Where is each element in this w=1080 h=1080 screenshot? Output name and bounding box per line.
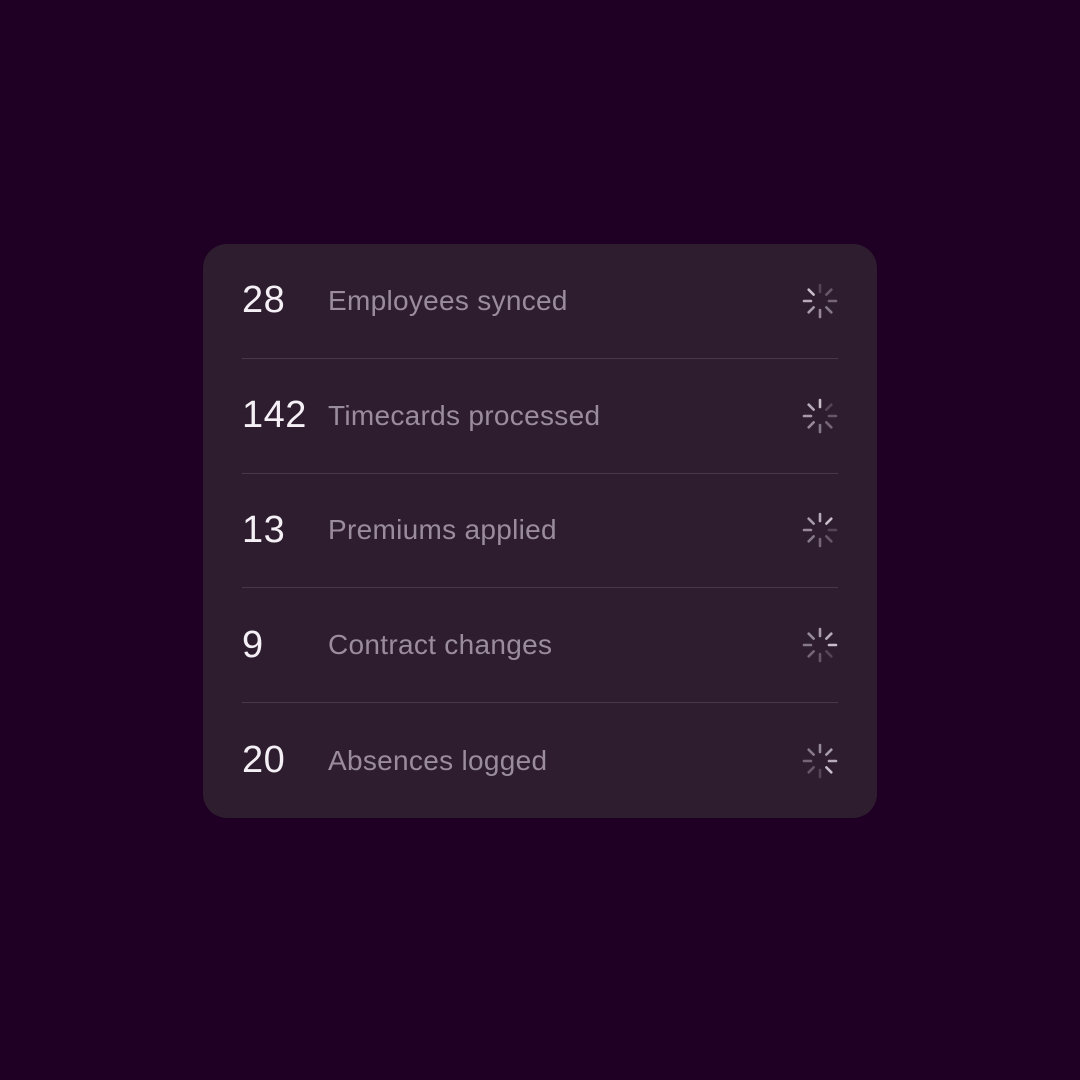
spinner-spoke [825,765,833,774]
item-label: Absences logged [328,744,548,776]
spinner-spoke [807,305,815,314]
loading-spinner-icon [802,513,838,548]
loading-spinner-icon [802,743,838,778]
sync-summary-card: 28 Employees synced 142 Timecards proces… [203,244,877,818]
item-label: Employees synced [328,284,568,316]
spinner-spoke [807,765,815,774]
spinner-spoke [825,535,833,544]
spinner-spoke [807,535,815,544]
spinner-spoke [807,632,815,641]
spinner-spoke [825,650,833,658]
loading-spinner-icon [802,283,838,319]
spinner-spoke [825,420,833,429]
spinner-spoke [825,632,833,641]
spinner-spoke [807,288,815,296]
spinner-spoke [807,747,815,756]
list-item: 13 Premiums applied [242,474,838,589]
spinner-spoke [825,403,833,411]
list-item: 142 Timecards processed [242,359,838,474]
item-label: Contract changes [328,629,553,661]
list-item: 20 Absences logged [242,703,838,818]
list-item: 9 Contract changes [242,588,838,704]
spinner-spoke [825,517,833,526]
item-count: 28 [242,279,286,322]
item-label: Premiums applied [328,514,557,546]
item-count: 13 [242,508,286,551]
item-count: 9 [242,623,264,666]
spinner-spoke [825,305,833,314]
loading-spinner-icon [802,627,838,663]
item-count: 20 [242,739,286,782]
spinner-spoke [825,747,833,756]
spinner-spoke [825,288,833,296]
loading-spinner-icon [802,398,838,433]
list-item: 28 Employees synced [242,244,838,359]
spinner-spoke [807,403,815,411]
item-count: 142 [242,394,307,437]
spinner-spoke [807,420,815,429]
spinner-spoke [807,650,815,658]
spinner-spoke [807,517,815,526]
item-label: Timecards processed [328,399,601,431]
